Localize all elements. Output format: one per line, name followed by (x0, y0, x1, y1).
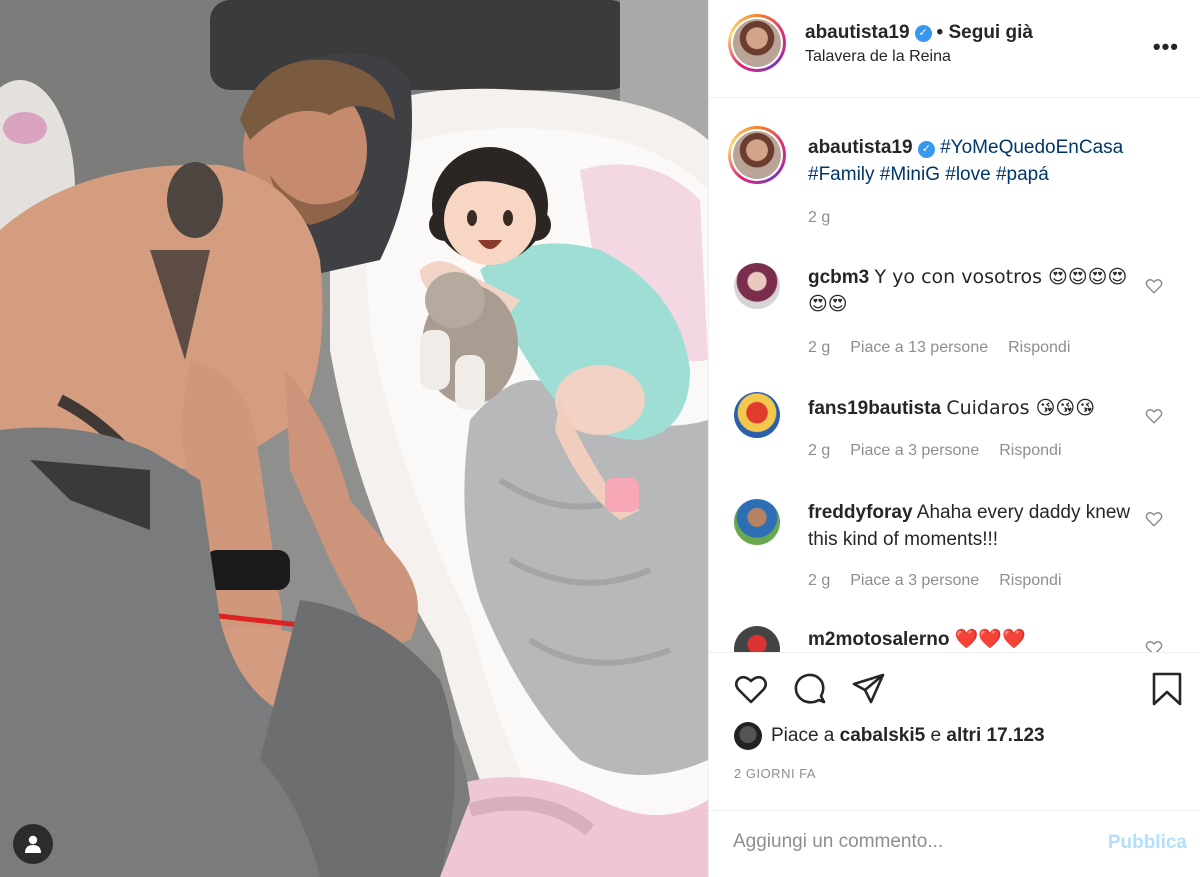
bookmark-icon[interactable] (1149, 671, 1185, 707)
commenter-username[interactable]: gcbm3 (808, 267, 869, 288)
commenter-avatar[interactable] (734, 392, 780, 438)
comment-like-heart-icon[interactable] (1145, 639, 1163, 652)
likes-prefix: Piace a (771, 725, 835, 746)
comment-likes-count[interactable]: Piace a 3 persone (850, 572, 979, 590)
comment-like-heart-icon[interactable] (1145, 510, 1163, 528)
add-comment-bar: Pubblica (709, 810, 1200, 877)
commenter-username[interactable]: m2motosalerno (808, 629, 949, 650)
post-caption: abautista19 ✓ #YoMeQuedoEnCasa #Family #… (808, 134, 1168, 188)
liker-username[interactable]: cabalski5 (840, 725, 926, 746)
comment-input[interactable] (733, 831, 1073, 853)
comment-like-heart-icon[interactable] (1145, 277, 1163, 295)
commenter-avatar[interactable] (734, 626, 780, 652)
comments-list[interactable]: abautista19 ✓ #YoMeQuedoEnCasa #Family #… (709, 99, 1200, 652)
likes-conjunction: e (930, 725, 942, 746)
author-username[interactable]: abautista19 (805, 22, 910, 44)
share-icon[interactable] (851, 671, 887, 707)
author-avatar[interactable] (728, 14, 786, 72)
caption-username[interactable]: abautista19 (808, 137, 913, 158)
comment-text: Cuidaros 😘😘😘 (946, 397, 1095, 419)
hashtag-link[interactable]: #MiniG (880, 164, 940, 185)
comment-icon[interactable] (792, 671, 828, 707)
caption-timestamp[interactable]: 2 g (808, 209, 830, 227)
post-location[interactable]: Talavera de la Reina (805, 48, 951, 66)
hashtag-link[interactable]: #love (945, 164, 990, 185)
commenter-username[interactable]: freddyforay (808, 502, 913, 523)
post-photo[interactable] (0, 0, 708, 877)
commenter-avatar[interactable] (734, 263, 780, 309)
tag-users-button[interactable] (13, 824, 53, 864)
comment-timestamp[interactable]: 2 g (808, 339, 830, 357)
post-sidebar: abautista19 ✓ • Segui già Talavera de la… (708, 0, 1200, 877)
more-options-button[interactable]: ••• (1153, 34, 1179, 60)
likes-summary: Piace a cabalski5 e altri 17.123 (734, 722, 1045, 750)
commenter-avatar[interactable] (734, 499, 780, 545)
reply-button[interactable]: Rispondi (1008, 339, 1070, 357)
commenter-username[interactable]: fans19bautista (808, 398, 941, 419)
verified-badge-icon: ✓ (917, 141, 935, 158)
post-header: abautista19 ✓ • Segui già Talavera de la… (709, 0, 1200, 98)
reply-button[interactable]: Rispondi (999, 572, 1061, 590)
hashtag-link[interactable]: #Family (808, 164, 875, 185)
verified-badge-icon: ✓ (914, 24, 932, 42)
hashtag-link[interactable]: #YoMeQuedoEnCasa (940, 137, 1123, 158)
publish-button[interactable]: Pubblica (1108, 832, 1187, 854)
post-date[interactable]: 2 GIORNI FA (734, 766, 816, 781)
hashtag-link[interactable]: #papá (996, 164, 1049, 185)
comment-text: ❤️❤️❤️ (954, 628, 1026, 650)
follow-status[interactable]: • Segui già (937, 22, 1033, 44)
comment-likes-count[interactable]: Piace a 3 persone (850, 442, 979, 460)
photo-illustration (0, 0, 708, 877)
liker-avatar[interactable] (734, 722, 762, 750)
comment-timestamp[interactable]: 2 g (808, 572, 830, 590)
user-icon (25, 835, 41, 853)
likes-others-link[interactable]: altri 17.123 (946, 725, 1044, 746)
heart-icon[interactable] (733, 671, 769, 707)
comment-like-heart-icon[interactable] (1145, 407, 1163, 425)
comment-likes-count[interactable]: Piace a 13 persone (850, 339, 988, 357)
caption-avatar[interactable] (728, 126, 786, 184)
reply-button[interactable]: Rispondi (999, 442, 1061, 460)
comment-timestamp[interactable]: 2 g (808, 442, 830, 460)
